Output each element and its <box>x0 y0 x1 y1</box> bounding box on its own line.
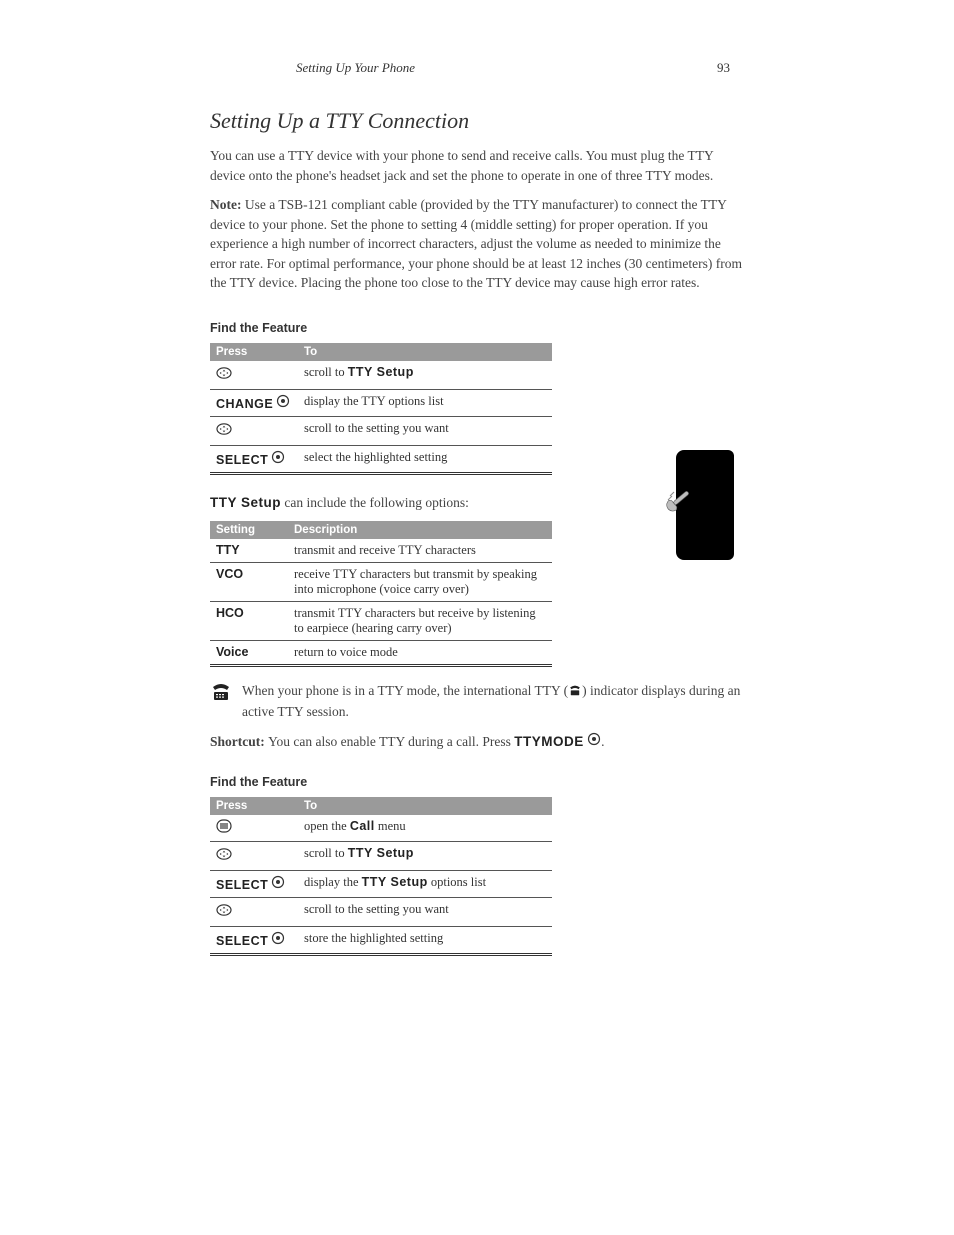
col-setting: Setting <box>210 521 288 539</box>
tty-options-table: Setting Description TTY transmit and rec… <box>210 521 552 667</box>
step-to: display the <box>304 875 362 889</box>
section-tab <box>676 450 734 560</box>
opt-desc: transmit and receive TTY characters <box>288 539 552 563</box>
center-key-icon <box>271 875 285 893</box>
step-press-label: SELECT <box>216 878 268 892</box>
options-intro-bold: TTY Setup <box>210 495 281 510</box>
col-press: Press <box>210 343 298 361</box>
shortcut-paragraph: Shortcut: You can also enable TTY during… <box>210 732 744 752</box>
dpad-icon <box>216 421 232 441</box>
menu-key-icon <box>216 819 232 837</box>
col-press: Press <box>210 797 298 815</box>
shortcut-label: Shortcut: <box>210 734 268 749</box>
step-press-label: SELECT <box>216 453 268 467</box>
opt-desc: transmit TTY characters but receive by l… <box>288 601 552 640</box>
find-the-feature-label: Find the Feature <box>210 321 744 335</box>
step-to: scroll to <box>304 846 348 860</box>
tty-phone-icon <box>210 683 232 707</box>
step-to: scroll to <box>304 365 348 379</box>
table-row: scroll to the setting you want <box>210 898 552 927</box>
shortcut-cmd: TTYMODE <box>514 734 584 749</box>
page-number: 93 <box>717 60 730 76</box>
shortcut-after: . <box>601 734 604 749</box>
step-to-bold: TTY Setup <box>348 846 414 860</box>
step-to: store the highlighted setting <box>298 927 552 955</box>
opt-setting: TTY <box>210 539 288 563</box>
opt-setting: Voice <box>210 640 288 665</box>
table-row: scroll to TTY Setup <box>210 842 552 871</box>
table-row: SELECT store the highlighted setting <box>210 927 552 955</box>
table-row: CHANGE display the TTY options list <box>210 389 552 416</box>
wrench-icon <box>664 486 704 526</box>
step-to-suffix: options list <box>428 875 486 889</box>
step-press-label: CHANGE <box>216 397 273 411</box>
table-row: SELECT select the highlighted setting <box>210 445 552 473</box>
table-row: HCO transmit TTY characters but receive … <box>210 601 552 640</box>
step-to: select the highlighted setting <box>298 445 552 473</box>
indicator-text-before: When your phone is in a TTY mode, the in… <box>242 683 568 698</box>
step-to-suffix: menu <box>375 819 406 833</box>
table-row: SELECT display the TTY Setup options lis… <box>210 871 552 898</box>
table-row: VCO receive TTY characters but transmit … <box>210 562 552 601</box>
step-to-bold: Call <box>350 819 375 833</box>
dpad-icon <box>216 902 232 922</box>
note-label: Note: <box>210 197 245 212</box>
note-body: Use a TSB-121 compliant cable (provided … <box>210 197 742 290</box>
tty-indicator-paragraph: When your phone is in a TTY mode, the in… <box>210 681 744 722</box>
col-description: Description <box>288 521 552 539</box>
step-to-bold: TTY Setup <box>348 365 414 379</box>
opt-desc: receive TTY characters but transmit by s… <box>288 562 552 601</box>
step-to: open the <box>304 819 350 833</box>
table-row: scroll to TTY Setup <box>210 361 552 390</box>
step-to: scroll to the setting you want <box>298 416 552 445</box>
dpad-icon <box>216 846 232 866</box>
step-to: scroll to the setting you want <box>298 898 552 927</box>
center-key-icon <box>271 450 285 468</box>
note-paragraph: Note: Use a TSB-121 compliant cable (pro… <box>210 195 744 293</box>
find-the-feature-label-2: Find the Feature <box>210 775 744 789</box>
step-to: display the TTY options list <box>298 389 552 416</box>
center-key-icon <box>587 732 601 752</box>
intro-paragraph: You can use a TTY device with your phone… <box>210 146 744 185</box>
opt-setting: VCO <box>210 562 288 601</box>
page-title: Setting Up a TTY Connection <box>210 108 744 134</box>
tty-phone-icon-inline <box>568 683 582 703</box>
col-to: To <box>298 797 552 815</box>
options-intro-suffix: can include the following options: <box>281 495 469 510</box>
steps-table-1: Press To scroll to TTY Setup CHANGE <box>210 343 552 475</box>
dpad-icon <box>216 365 232 385</box>
step-press-label: SELECT <box>216 934 268 948</box>
step-to-bold: TTY Setup <box>362 875 428 889</box>
col-to: To <box>298 343 552 361</box>
table-row: Voice return to voice mode <box>210 640 552 665</box>
table-row: scroll to the setting you want <box>210 416 552 445</box>
opt-desc: return to voice mode <box>288 640 552 665</box>
running-header: Setting Up Your Phone <box>296 60 415 76</box>
opt-setting: HCO <box>210 601 288 640</box>
shortcut-before: You can also enable TTY during a call. P… <box>268 734 514 749</box>
center-key-icon <box>271 931 285 949</box>
center-key-icon <box>276 394 290 412</box>
table-row: open the Call menu <box>210 815 552 842</box>
steps-table-2: Press To open the Call menu scro <box>210 797 552 956</box>
table-row: TTY transmit and receive TTY characters <box>210 539 552 563</box>
manual-page: Setting Up Your Phone 93 Setting Up a TT… <box>0 0 954 956</box>
